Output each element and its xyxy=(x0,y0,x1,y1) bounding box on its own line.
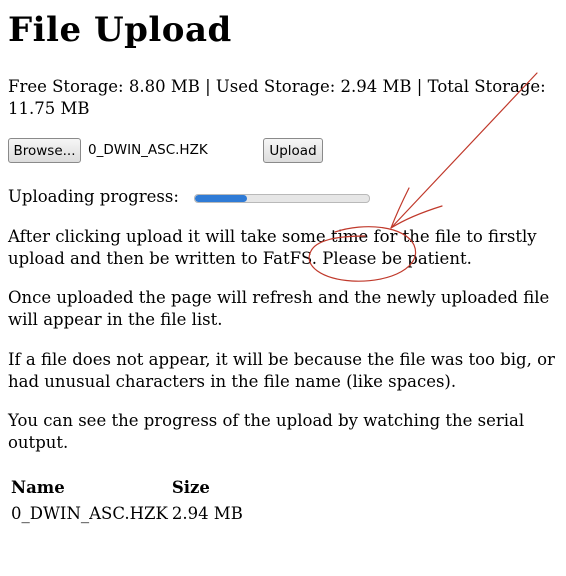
upload-button[interactable]: Upload xyxy=(263,138,323,163)
instruction-upload-time: After clicking upload it will take some … xyxy=(8,227,537,268)
selected-file-name: 0_DWIN_ASC.HZK xyxy=(88,142,208,158)
storage-info: Free Storage: 8.80 MB | Used Storage: 2.… xyxy=(8,77,546,118)
page-title: File Upload xyxy=(8,10,232,50)
file-list-table: Name Size 0_DWIN_ASC.HZK 2.94 MB xyxy=(8,474,246,528)
file-size-cell: 2.94 MB xyxy=(171,504,243,523)
column-header-name: Name xyxy=(11,478,65,497)
column-header-size: Size xyxy=(171,478,210,497)
instruction-refresh: Once uploaded the page will refresh and … xyxy=(8,288,550,329)
instruction-serial-output: You can see the progress of the upload b… xyxy=(8,411,525,452)
table-row: 0_DWIN_ASC.HZK 2.94 MB xyxy=(10,502,244,526)
instruction-missing-file: If a file does not appear, it will be be… xyxy=(8,350,555,391)
browse-button[interactable]: Browse... xyxy=(8,138,81,163)
progress-bar xyxy=(194,194,370,203)
upload-form: Browse... 0_DWIN_ASC.HZK Upload xyxy=(8,138,408,164)
file-name-cell: 0_DWIN_ASC.HZK xyxy=(11,504,168,523)
progress-label: Uploading progress: xyxy=(8,187,179,206)
upload-progress: Uploading progress: xyxy=(8,186,408,208)
file-table-header-row: Name Size xyxy=(10,476,244,500)
progress-bar-fill xyxy=(195,195,248,202)
